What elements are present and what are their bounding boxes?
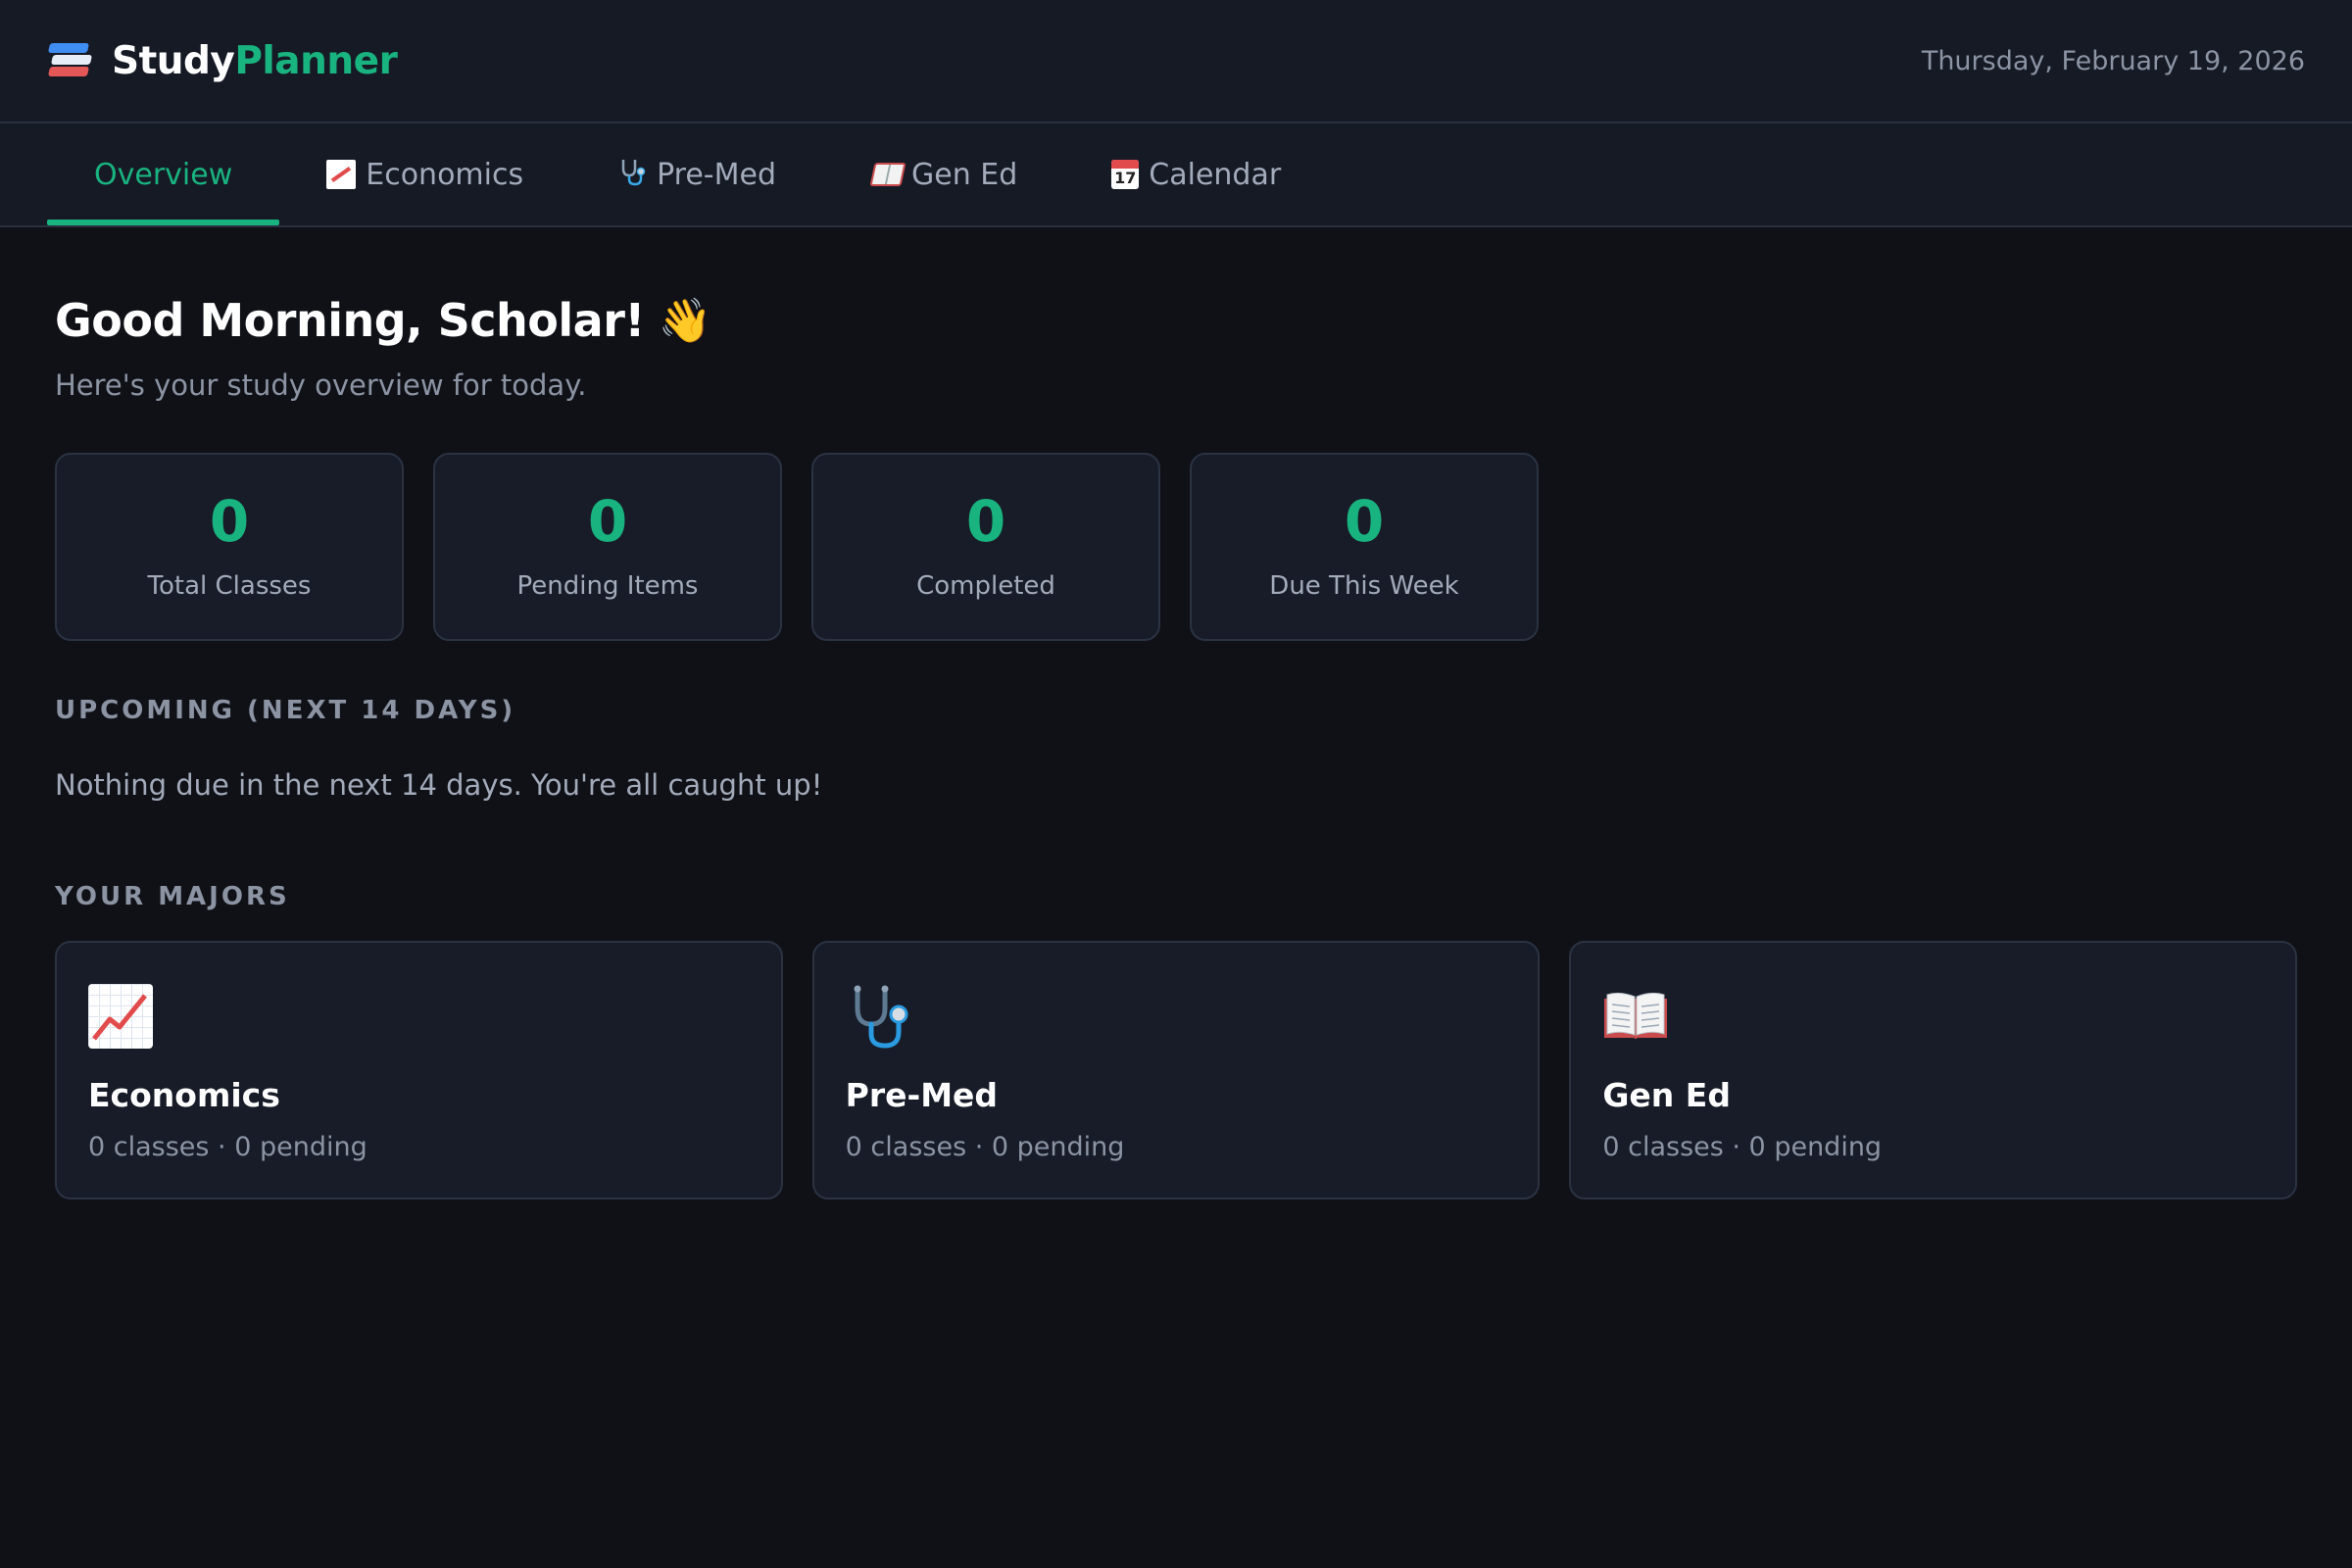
- calendar-icon: [1111, 160, 1140, 189]
- major-meta: 0 classes · 0 pending: [1602, 1132, 1883, 1162]
- upcoming-section-title: UPCOMING (NEXT 14 DAYS): [55, 696, 516, 725]
- main-content: Good Morning, Scholar! 👋 Here's your stu…: [0, 294, 2352, 1200]
- stat-value: 0: [209, 488, 250, 555]
- stat-card-pending-items: 0 Pending Items: [433, 453, 782, 641]
- major-card-economics[interactable]: Economics 0 classes · 0 pending: [55, 941, 783, 1200]
- greeting-title: Good Morning, Scholar!: [55, 294, 645, 347]
- tab-gen-ed[interactable]: Gen Ed: [823, 123, 1064, 225]
- current-date: Thursday, February 19, 2026: [1921, 45, 2305, 76]
- major-meta: 0 classes · 0 pending: [845, 1132, 1125, 1162]
- chart-increasing-icon: [326, 160, 357, 189]
- tab-label: Economics: [366, 157, 524, 192]
- tab-label: Overview: [94, 157, 233, 192]
- open-book-icon: [1604, 992, 1668, 1039]
- majors-section-title: YOUR MAJORS: [55, 882, 290, 911]
- tab-label: Calendar: [1149, 157, 1282, 192]
- tab-pre-med[interactable]: Pre-Med: [570, 123, 823, 225]
- stat-label: Completed: [916, 571, 1055, 601]
- tab-overview[interactable]: Overview: [47, 123, 280, 225]
- top-header: StudyPlanner Thursday, February 19, 2026: [0, 0, 2352, 123]
- stats-row: 0 Total Classes 0 Pending Items 0 Comple…: [55, 453, 2297, 641]
- stat-card-total-classes: 0 Total Classes: [55, 453, 404, 641]
- major-card-pre-med[interactable]: Pre-Med 0 classes · 0 pending: [811, 941, 1541, 1200]
- upcoming-empty-message: Nothing due in the next 14 days. You're …: [55, 768, 823, 802]
- major-card-gen-ed[interactable]: Gen Ed 0 classes · 0 pending: [1569, 941, 2298, 1200]
- brand-name-planner: Planner: [234, 38, 398, 83]
- stat-label: Total Classes: [147, 571, 312, 601]
- greeting-subtitle: Here's your study overview for today.: [55, 368, 587, 402]
- stethoscope-icon: [854, 985, 908, 1049]
- stat-label: Due This Week: [1269, 571, 1459, 601]
- stat-value: 0: [1344, 488, 1385, 555]
- books-icon: [47, 41, 93, 80]
- major-name: Economics: [88, 1076, 280, 1114]
- open-book-icon: [869, 163, 906, 186]
- major-name: Pre-Med: [845, 1076, 999, 1114]
- stat-value: 0: [587, 488, 628, 555]
- stat-card-completed: 0 Completed: [811, 453, 1160, 641]
- greeting-heading: Good Morning, Scholar! 👋: [55, 294, 2297, 347]
- waving-hand-icon: 👋: [658, 296, 712, 346]
- stat-value: 0: [965, 488, 1006, 555]
- tab-label: Gen Ed: [911, 157, 1018, 192]
- stethoscope-icon: [617, 157, 647, 193]
- major-meta: 0 classes · 0 pending: [88, 1132, 368, 1162]
- stat-label: Pending Items: [516, 571, 699, 601]
- majors-grid: Economics 0 classes · 0 pending Pre-Med …: [55, 941, 2298, 1200]
- major-name: Gen Ed: [1602, 1076, 1731, 1114]
- brand-name-study: Study: [112, 38, 235, 83]
- tab-calendar[interactable]: Calendar: [1064, 123, 1328, 225]
- tab-economics[interactable]: Economics: [279, 123, 570, 225]
- brand-name: StudyPlanner: [112, 38, 398, 83]
- chart-increasing-icon: [88, 984, 153, 1049]
- brand[interactable]: StudyPlanner: [47, 38, 398, 83]
- stat-card-due-this-week: 0 Due This Week: [1190, 453, 1539, 641]
- tab-bar: Overview Economics Pre-Med Gen Ed Calend…: [0, 123, 2352, 227]
- tab-label: Pre-Med: [657, 157, 777, 192]
- app-root: StudyPlanner Thursday, February 19, 2026…: [0, 0, 2352, 1568]
